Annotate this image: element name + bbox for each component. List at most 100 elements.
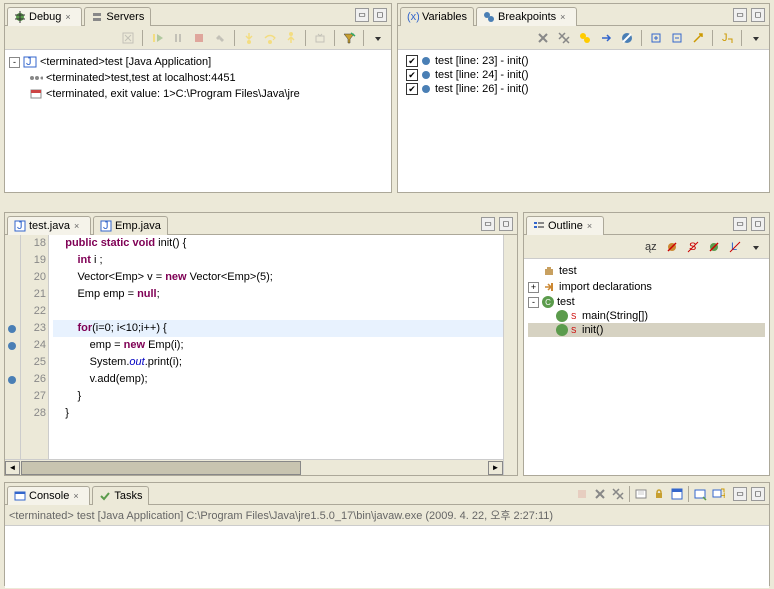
close-icon[interactable]: × (560, 12, 570, 22)
line-gutter: 18 19 20 21 22 23 24 25 26 27 28 (21, 235, 49, 475)
console-output[interactable] (5, 526, 769, 588)
breakpoint-marker-icon[interactable] (8, 325, 16, 333)
breakpoint-item[interactable]: ✔ test [line: 26] - init() (402, 82, 765, 96)
svg-text:J: J (103, 220, 109, 232)
outline-item[interactable]: - C test (528, 295, 765, 309)
tab-servers[interactable]: Servers (84, 7, 151, 26)
code-editor[interactable]: 18 19 20 21 22 23 24 25 26 27 28 public … (5, 235, 517, 475)
expand-icon[interactable]: + (528, 282, 539, 293)
close-icon[interactable]: × (73, 491, 83, 501)
breakpoint-item[interactable]: ✔ test [line: 24] - init() (402, 68, 765, 82)
maximize-icon[interactable]: ◻ (751, 487, 765, 501)
outline-item[interactable]: S init() (528, 323, 765, 337)
expand-all-icon[interactable] (647, 29, 665, 47)
tree-row[interactable]: <terminated>test,test at localhost:4451 (9, 70, 387, 86)
view-menu-icon[interactable] (747, 238, 765, 256)
open-console-icon[interactable]: + (709, 485, 727, 503)
checkbox[interactable]: ✔ (406, 69, 418, 81)
hide-nonpublic-icon[interactable] (705, 238, 723, 256)
tasks-icon (99, 490, 111, 502)
remove-all-launch-icon[interactable] (609, 485, 627, 503)
bug-icon (14, 11, 26, 23)
step-filters-icon[interactable] (340, 29, 358, 47)
goto-icon[interactable] (597, 29, 615, 47)
show-workingset-icon[interactable] (576, 29, 594, 47)
close-icon[interactable]: × (65, 12, 75, 22)
scroll-thumb[interactable] (21, 461, 301, 475)
tab-editor-test[interactable]: J test.java × (7, 216, 91, 235)
resume-icon (148, 29, 166, 47)
outline-item[interactable]: + import declarations (528, 279, 765, 295)
scroll-right-icon[interactable]: ► (488, 461, 503, 475)
bp-label: test [line: 26] - init() (435, 83, 529, 95)
tab-breakpoints[interactable]: Breakpoints × (476, 7, 577, 26)
step-over-icon (261, 29, 279, 47)
j-filter-icon[interactable]: J (718, 29, 736, 47)
tab-label: Console (29, 490, 69, 502)
svg-text:J: J (722, 32, 728, 44)
scroll-left-icon[interactable]: ◄ (5, 461, 20, 475)
skip-all-icon[interactable] (618, 29, 636, 47)
minimize-icon[interactable]: ▭ (481, 217, 495, 231)
breakpoint-item[interactable]: ✔ test [line: 23] - init() (402, 54, 765, 68)
minimize-icon[interactable]: ▭ (733, 8, 747, 22)
sort-icon[interactable]: ąz (642, 238, 660, 256)
static-badge-icon: S (571, 312, 580, 321)
tab-debug[interactable]: Debug × (7, 7, 82, 26)
collapse-icon[interactable]: - (528, 297, 539, 308)
thread-icon (29, 71, 43, 85)
class-icon: C (542, 296, 554, 308)
checkbox[interactable]: ✔ (406, 55, 418, 67)
bp-label: test [line: 23] - init() (435, 55, 529, 67)
java-file-icon: J (100, 220, 112, 232)
svg-text:J: J (17, 220, 23, 232)
hide-fields-icon[interactable] (663, 238, 681, 256)
svg-text:J: J (26, 56, 32, 68)
view-menu-icon[interactable] (747, 29, 765, 47)
expand-icon[interactable]: - (9, 57, 20, 68)
clear-console-icon[interactable] (632, 485, 650, 503)
outline-item[interactable]: S main(String[]) (528, 309, 765, 323)
maximize-icon[interactable]: ◻ (751, 217, 765, 231)
close-icon[interactable]: × (587, 221, 597, 231)
tab-console[interactable]: Console × (7, 486, 90, 505)
display-console-icon[interactable] (691, 485, 709, 503)
minimize-icon[interactable]: ▭ (355, 8, 369, 22)
remove-all-icon[interactable] (555, 29, 573, 47)
minimize-icon[interactable]: ▭ (733, 217, 747, 231)
svg-text:L: L (731, 241, 737, 253)
tab-outline[interactable]: Outline × (526, 216, 604, 235)
breakpoint-marker-icon[interactable] (8, 342, 16, 350)
tree-row[interactable]: <terminated, exit value: 1>C:\Program Fi… (9, 86, 387, 102)
checkbox[interactable]: ✔ (406, 83, 418, 95)
java-app-icon: J (23, 55, 37, 69)
hide-local-icon[interactable]: L (726, 238, 744, 256)
svg-text:+: + (721, 490, 725, 501)
maximize-icon[interactable]: ◻ (751, 8, 765, 22)
view-menu-icon[interactable] (369, 29, 387, 47)
tab-editor-emp[interactable]: J Emp.java (93, 216, 168, 235)
maximize-icon[interactable]: ◻ (499, 217, 513, 231)
remove-icon[interactable] (534, 29, 552, 47)
remove-launch-icon[interactable] (591, 485, 609, 503)
tree-label: <terminated, exit value: 1>C:\Program Fi… (46, 88, 300, 100)
pin-console-icon[interactable] (668, 485, 686, 503)
close-icon[interactable]: × (74, 221, 84, 231)
tab-label: Emp.java (115, 220, 161, 232)
item-label: test (557, 296, 575, 308)
maximize-icon[interactable]: ◻ (373, 8, 387, 22)
code-area[interactable]: public static void init() { int i ; Vect… (49, 235, 517, 475)
outline-item[interactable]: test (528, 263, 765, 279)
horizontal-scrollbar[interactable]: ◄ ► (5, 459, 503, 475)
minimize-icon[interactable]: ▭ (733, 487, 747, 501)
tab-variables[interactable]: (x)= Variables (400, 7, 474, 26)
collapse-all-icon[interactable] (668, 29, 686, 47)
breakpoint-marker-icon[interactable] (8, 376, 16, 384)
tree-row[interactable]: - J <terminated>test [Java Application] (9, 54, 387, 70)
tab-tasks[interactable]: Tasks (92, 486, 149, 505)
scroll-lock-icon[interactable] (650, 485, 668, 503)
link-icon[interactable] (689, 29, 707, 47)
overview-ruler[interactable] (503, 235, 517, 475)
terminate-icon (190, 29, 208, 47)
hide-static-icon[interactable]: S (684, 238, 702, 256)
